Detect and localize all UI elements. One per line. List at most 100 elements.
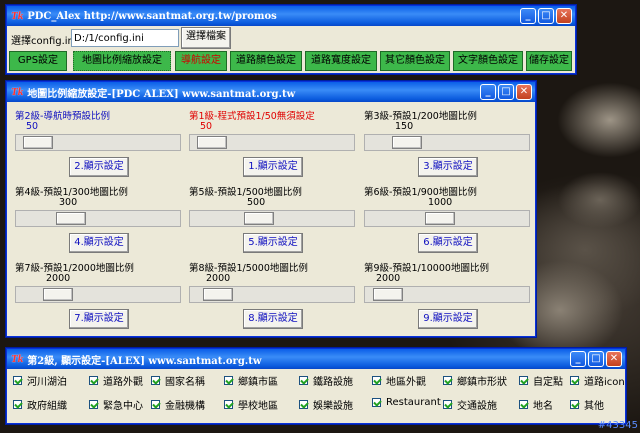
checkbox-checked-icon[interactable] [372,376,381,385]
display-settings-button-8[interactable]: 8.顯示設定 [243,309,303,329]
save-settings-button[interactable]: 儲存設定 [526,51,572,71]
display-settings-button-2[interactable]: 1.顯示設定 [243,157,303,177]
checkbox-checked-icon[interactable] [13,376,22,385]
config-label: 選擇config.ini [11,36,77,47]
display-settings-button-4[interactable]: 4.顯示設定 [69,233,129,253]
checkbox-checked-icon[interactable] [443,400,452,409]
display-title-bar[interactable]: Tk 第2級, 顯示設定-[ALEX] www.santmat.org.tw _… [7,349,625,369]
scale-slider-5[interactable] [189,210,355,227]
scale-slider-9[interactable] [364,286,530,303]
checkbox-checked-icon[interactable] [372,398,381,407]
checkbox-checked-icon[interactable] [443,376,452,385]
minimize-icon[interactable]: _ [520,8,536,24]
map-scale-settings-button[interactable]: 地圖比例縮放設定 [73,51,171,71]
checkbox-label: 國家名稱 [165,377,205,388]
checkbox-checked-icon[interactable] [299,376,308,385]
layer-checkbox-row2-2[interactable]: 緊急中心 [89,397,143,412]
checkbox-label: 學校地區 [238,401,278,412]
layer-checkbox-row1-5[interactable]: 鐵路設施 [299,373,353,388]
layer-checkbox-row1-4[interactable]: 鄉鎮市區 [224,373,278,388]
maximize-icon[interactable]: □ [498,84,514,100]
scale-title-bar[interactable]: Tk 地圖比例縮放設定-[PDC ALEX] www.santmat.org.t… [7,82,535,102]
slider-thumb[interactable] [197,136,227,149]
close-icon[interactable]: ✕ [556,8,572,24]
scale-value-2: 50 [200,121,213,132]
layer-checkbox-row2-8[interactable]: 地名 [519,397,553,412]
scale-value-6: 1000 [428,197,453,208]
layer-checkbox-row1-6[interactable]: 地區外觀 [372,373,426,388]
layer-checkbox-row2-5[interactable]: 娛樂設施 [299,397,353,412]
slider-thumb[interactable] [56,212,86,225]
close-icon[interactable]: ✕ [606,351,622,367]
maximize-icon[interactable]: □ [538,8,554,24]
layer-checkbox-row2-9[interactable]: 其他 [570,397,604,412]
scale-slider-1[interactable] [15,134,181,151]
slider-thumb[interactable] [425,212,455,225]
close-icon[interactable]: ✕ [516,84,532,100]
slider-thumb[interactable] [23,136,53,149]
layer-checkbox-row1-9[interactable]: 道路icon [570,373,625,388]
display-settings-window: Tk 第2級, 顯示設定-[ALEX] www.santmat.org.tw _… [6,348,626,424]
scale-label-1: 第2級-導航時預設比例 [15,111,110,122]
other-color-settings-button[interactable]: 其它顏色設定 [380,51,450,71]
navigation-settings-button[interactable]: 導航設定 [175,51,227,71]
layer-checkbox-row1-8[interactable]: 自定點 [519,373,563,388]
checkbox-checked-icon[interactable] [299,400,308,409]
layer-checkbox-row1-7[interactable]: 鄉鎮市形狀 [443,373,507,388]
gps-settings-button[interactable]: GPS設定 [9,51,67,71]
layer-checkbox-row2-7[interactable]: 交通設施 [443,397,497,412]
display-settings-button-9[interactable]: 9.顯示設定 [418,309,478,329]
slider-thumb[interactable] [43,288,73,301]
road-color-settings-button[interactable]: 道路顏色設定 [230,51,302,71]
select-file-button[interactable]: 選擇檔案 [181,27,231,49]
checkbox-checked-icon[interactable] [570,376,579,385]
checkbox-checked-icon[interactable] [519,400,528,409]
checkbox-checked-icon[interactable] [570,400,579,409]
checkbox-checked-icon[interactable] [89,376,98,385]
checkbox-label: 鄉鎮市區 [238,377,278,388]
main-title-bar[interactable]: Tk PDC_Alex http://www.santmat.org.tw/pr… [7,6,575,26]
app-logo-icon: Tk [11,86,24,98]
scale-value-8: 2000 [206,273,231,284]
display-settings-button-1[interactable]: 2.顯示設定 [69,157,129,177]
slider-thumb[interactable] [392,136,422,149]
layer-checkbox-row2-3[interactable]: 金融機構 [151,397,205,412]
layer-checkbox-row1-3[interactable]: 國家名稱 [151,373,205,388]
checkbox-checked-icon[interactable] [89,400,98,409]
checkbox-checked-icon[interactable] [151,400,160,409]
layer-checkbox-row2-4[interactable]: 學校地區 [224,397,278,412]
checkbox-checked-icon[interactable] [519,376,528,385]
display-settings-button-5[interactable]: 5.顯示設定 [243,233,303,253]
text-color-settings-button[interactable]: 文字顏色設定 [453,51,523,71]
checkbox-label: 娛樂設施 [313,401,353,412]
slider-thumb[interactable] [203,288,233,301]
scale-slider-6[interactable] [364,210,530,227]
slider-thumb[interactable] [244,212,274,225]
road-width-settings-button[interactable]: 道路寬度設定 [305,51,377,71]
checkbox-checked-icon[interactable] [151,376,160,385]
config-path-input[interactable] [71,29,179,47]
layer-checkbox-row2-6[interactable]: Restaurant [372,397,441,408]
layer-checkbox-row2-1[interactable]: 政府組織 [13,397,67,412]
scale-slider-8[interactable] [189,286,355,303]
checkbox-checked-icon[interactable] [13,400,22,409]
scale-slider-7[interactable] [15,286,181,303]
minimize-icon[interactable]: _ [570,351,586,367]
minimize-icon[interactable]: _ [480,84,496,100]
scale-slider-3[interactable] [364,134,530,151]
scale-value-7: 2000 [46,273,71,284]
checkbox-checked-icon[interactable] [224,400,233,409]
slider-thumb[interactable] [373,288,403,301]
layer-checkbox-row1-1[interactable]: 河川湖泊 [13,373,67,388]
scale-slider-2[interactable] [189,134,355,151]
checkbox-label: 鄉鎮市形狀 [457,377,507,388]
scale-settings-window: Tk 地圖比例縮放設定-[PDC ALEX] www.santmat.org.t… [6,81,536,337]
maximize-icon[interactable]: □ [588,351,604,367]
checkbox-checked-icon[interactable] [224,376,233,385]
checkbox-label: 地名 [533,401,553,412]
layer-checkbox-row1-2[interactable]: 道路外觀 [89,373,143,388]
display-settings-button-6[interactable]: 6.顯示設定 [418,233,478,253]
display-settings-button-3[interactable]: 3.顯示設定 [418,157,478,177]
scale-slider-4[interactable] [15,210,181,227]
display-settings-button-7[interactable]: 7.顯示設定 [69,309,129,329]
